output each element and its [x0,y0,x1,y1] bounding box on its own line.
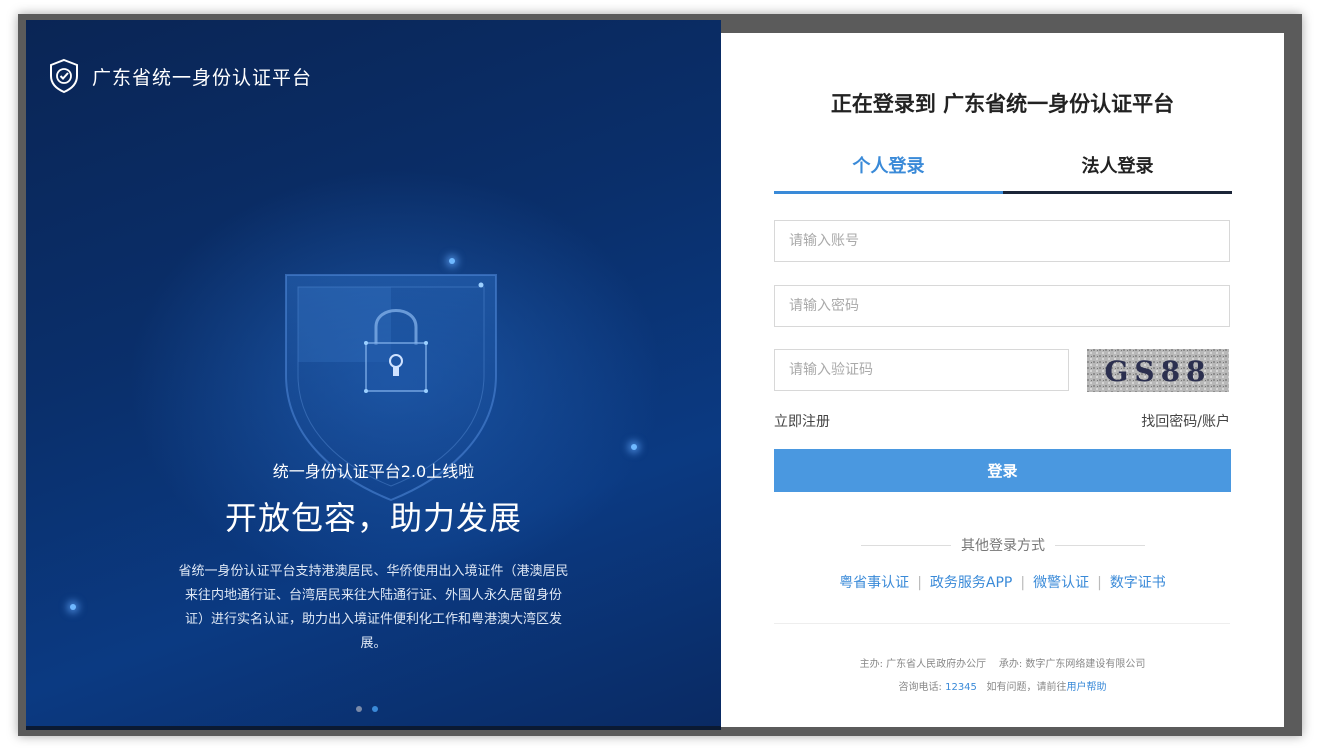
login-button[interactable]: 登录 [774,449,1231,492]
separator: | [917,575,922,591]
carousel-dots [356,706,378,712]
glow-dot [449,258,455,264]
tab-personal-login[interactable]: 个人登录 [774,153,1003,194]
promo-description: 省统一身份认证平台支持港澳居民、华侨使用出入境证件（港澳居民来往内地通行证、台湾… [178,564,569,651]
shield-check-icon [50,58,78,94]
bottom-strip [26,726,721,730]
glow-dot [631,444,637,450]
other-login-title: 其他登录方式 [961,538,1045,554]
register-link[interactable]: 立即注册 [774,411,830,431]
footer-divider [774,623,1230,624]
help-link[interactable]: 用户帮助 [1066,682,1106,693]
operator-name: 数字广东网络建设有限公司 [1025,659,1146,670]
promo-headline: 开放包容，助力发展 [224,499,522,537]
divider-line [1055,544,1145,546]
promo-panel: 广东省统一身份认证平台 统一身份认证平台2.0上线啦 开放包容，助力发展 省统一… [26,20,721,730]
tab-corporate-login[interactable]: 法人登录 [1003,153,1232,191]
captcha-image[interactable]: GS88 [1087,349,1229,392]
other-login-divider: 其他登录方式 [861,535,1145,555]
sponsor-name: 广东省人民政府办公厅 [886,659,987,670]
login-tabs: 个人登录 法人登录 [774,153,1232,194]
brand-name: 广东省统一身份认证平台 [92,66,313,89]
sponsor-label: 主办: [859,659,883,670]
phone-number[interactable]: 12345 [945,682,977,693]
phone-label: 咨询电话: [898,682,942,693]
other-login-methods: 粤省事认证 | 政务服务APP | 微警认证 | 数字证书 [721,572,1284,592]
method-digital-cert[interactable]: 数字证书 [1110,575,1166,591]
footer-contact: 咨询电话: 12345 如有问题，请前往用户帮助 [721,678,1284,693]
separator: | [1020,575,1026,591]
footer-sponsor: 主办: 广东省人民政府办公厅 承办: 数字广东网络建设有限公司 [721,655,1284,670]
method-yueshengshi[interactable]: 粤省事认证 [839,575,909,591]
method-weijing[interactable]: 微警认证 [1033,575,1089,591]
separator: | [1097,575,1102,591]
captcha-text: GS88 [1104,355,1211,388]
operator-label: 承办: [998,659,1023,670]
password-input[interactable] [774,285,1230,327]
recover-account-link[interactable]: 找回密码/账户 [1141,411,1230,431]
help-text: 如有问题，请前往 [986,682,1067,693]
login-title: 正在登录到 广东省统一身份认证平台 [830,92,1175,116]
login-panel: 正在登录到 广东省统一身份认证平台 个人登录 法人登录 GS88 立即注册 找回… [721,33,1284,727]
promo-subtitle: 统一身份认证平台2.0上线啦 [272,462,475,481]
captcha-input[interactable] [774,349,1069,391]
method-gov-service-app[interactable]: 政务服务APP [930,575,1012,591]
glow-dot [70,604,76,610]
account-input[interactable] [774,220,1230,262]
divider-line [861,544,951,546]
carousel-dot-1[interactable] [356,706,362,712]
carousel-dot-2[interactable] [372,706,378,712]
brand-header: 广东省统一身份认证平台 [48,58,312,94]
